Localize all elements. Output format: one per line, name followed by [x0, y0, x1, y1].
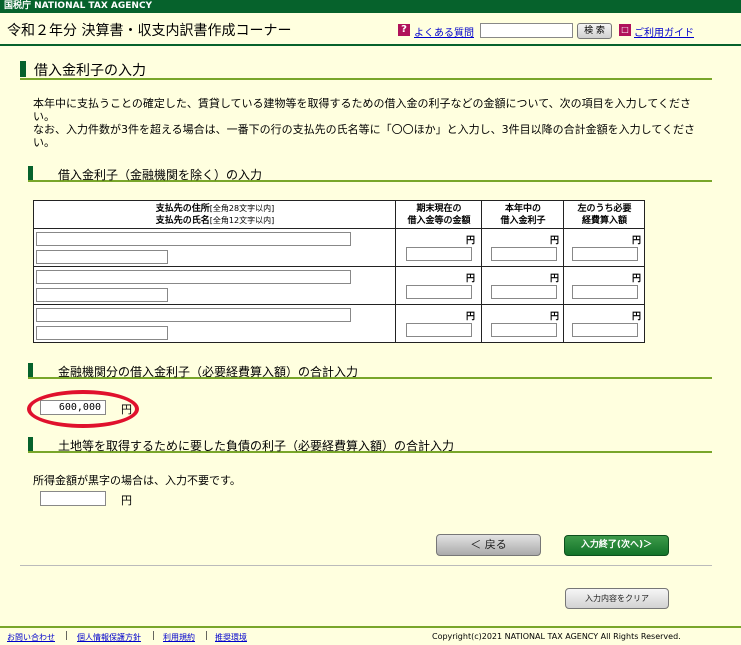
lender-table: 支払先の住所[全角28文字以内] 支払先の氏名[全角12文字以内] 期末現在の …	[33, 200, 645, 343]
col-address-label: 支払先の住所	[155, 204, 210, 214]
col-balance-line2: 借入金等の金額	[407, 216, 471, 226]
interest-input-3[interactable]	[491, 323, 557, 337]
contact-link[interactable]: お問い合わせ	[7, 632, 55, 643]
expense-cell: 円	[564, 229, 645, 267]
divider	[20, 565, 712, 566]
interest-input-2[interactable]	[491, 285, 557, 299]
col-interest-line2: 借入金利子	[500, 216, 546, 226]
balance-input-3[interactable]	[406, 323, 472, 337]
land-note: 所得金額が黒字の場合は、入力不要です。	[33, 474, 241, 487]
guide-link[interactable]: ご利用ガイド	[634, 24, 694, 39]
balance-input-1[interactable]	[406, 247, 472, 261]
section-marker	[28, 363, 33, 377]
app-title: 令和２年分 決算書・収支内訳書作成コーナー	[7, 23, 292, 39]
highlight-circle	[27, 390, 139, 428]
section-title-financial: 金融機関分の借入金利子（必要経費算入額）の合計入力	[58, 365, 359, 379]
balance-cell: 円	[396, 229, 482, 267]
balance-cell: 円	[396, 305, 482, 342]
expense-input-1[interactable]	[572, 247, 638, 261]
name-input-1[interactable]	[36, 250, 168, 264]
yen-label: 円	[549, 236, 559, 246]
balance-cell: 円	[396, 267, 482, 305]
col-name-hint: [全角12文字以内]	[209, 216, 275, 225]
col-balance-line1: 期末現在の	[416, 204, 462, 214]
interest-cell: 円	[482, 229, 564, 267]
section-heading-financial: 金融機関分の借入金利子（必要経費算入額）の合計入力	[28, 363, 712, 379]
expense-input-3[interactable]	[572, 323, 638, 337]
terms-link[interactable]: 利用規約	[163, 632, 195, 643]
yen-label: 円	[631, 274, 641, 284]
section-marker	[28, 437, 33, 451]
section-title-land: 土地等を取得するために要した負債の利子（必要経費算入額）の合計入力	[58, 439, 455, 453]
search-input[interactable]	[480, 23, 573, 38]
col-expense-line2: 経費算入額	[581, 216, 627, 226]
yen-label: 円	[631, 312, 641, 322]
title-marker	[20, 61, 26, 77]
yen-label: 円	[631, 236, 641, 246]
section-heading-land: 土地等を取得するために要した負債の利子（必要経費算入額）の合計入力	[28, 437, 712, 453]
balance-input-2[interactable]	[406, 285, 472, 299]
intro-line-1: 本年中に支払うことの確定した、賃貸している建物等を取得するための借入金の利子など…	[33, 97, 692, 123]
section-title-lenders: 借入金利子（金融機関を除く）の入力	[58, 168, 263, 182]
search-button[interactable]: 検 索	[577, 23, 612, 39]
header: 令和２年分 決算書・収支内訳書作成コーナー ? よくある質問 検 索 □ ご利用…	[0, 13, 741, 46]
expense-cell: 円	[564, 305, 645, 342]
yen-label: 円	[465, 274, 475, 284]
yen-label: 円	[465, 312, 475, 322]
section-heading-lenders: 借入金利子（金融機関を除く）の入力	[28, 166, 712, 182]
name-input-3[interactable]	[36, 326, 168, 340]
page-title-bar: 借入金利子の入力	[20, 60, 712, 80]
copyright: Copyright(c)2021 NATIONAL TAX AGENCY All…	[432, 632, 681, 641]
book-icon[interactable]: □	[619, 24, 631, 36]
interest-cell: 円	[482, 305, 564, 342]
address-input-1[interactable]	[36, 232, 351, 246]
intro-text: 本年中に支払うことの確定した、賃貸している建物等を取得するための借入金の利子など…	[33, 97, 703, 149]
yen-label: 円	[465, 236, 475, 246]
table-row	[34, 267, 396, 305]
table-row	[34, 305, 396, 342]
page-title: 借入金利子の入力	[34, 63, 146, 79]
interest-input-1[interactable]	[491, 247, 557, 261]
table-row	[34, 229, 396, 267]
privacy-link[interactable]: 個人情報保護方針	[77, 632, 141, 643]
faq-link[interactable]: よくある質問	[414, 24, 474, 39]
clear-button[interactable]: 入力内容をクリア	[565, 588, 669, 609]
yen-label: 円	[549, 312, 559, 322]
yen-label: 円	[549, 274, 559, 284]
address-input-3[interactable]	[36, 308, 351, 322]
header-address-name: 支払先の住所[全角28文字以内] 支払先の氏名[全角12文字以内]	[34, 201, 396, 229]
expense-cell: 円	[564, 267, 645, 305]
footer-separator: |	[205, 631, 209, 641]
col-expense-line1: 左のうち必要	[577, 204, 632, 214]
header-expense: 左のうち必要 経費算入額	[564, 201, 645, 229]
land-interest-total-input[interactable]	[40, 491, 106, 506]
agency-bar: 国税庁 NATIONAL TAX AGENCY	[0, 0, 741, 13]
yen-label: 円	[121, 494, 132, 507]
footer-separator: |	[152, 631, 156, 641]
col-name-label: 支払先の氏名	[155, 216, 210, 226]
section-marker	[28, 166, 33, 180]
finish-next-button[interactable]: 入力終了(次へ)＞	[564, 535, 669, 556]
address-input-2[interactable]	[36, 270, 351, 284]
header-interest: 本年中の 借入金利子	[482, 201, 564, 229]
intro-line-2: なお、入力件数が3件を超える場合は、一番下の行の支払先の氏名等に「〇〇ほか」と入…	[33, 123, 696, 149]
footer: お問い合わせ | 個人情報保護方針 | 利用規約 | 推奨環境 Copyrigh…	[0, 626, 741, 645]
interest-cell: 円	[482, 267, 564, 305]
question-icon[interactable]: ?	[398, 24, 410, 36]
col-interest-line1: 本年中の	[504, 204, 541, 214]
footer-separator: |	[65, 631, 69, 641]
col-address-hint: [全角28文字以内]	[209, 204, 275, 213]
expense-input-2[interactable]	[572, 285, 638, 299]
name-input-2[interactable]	[36, 288, 168, 302]
back-button[interactable]: ＜ 戻る	[436, 534, 541, 556]
environment-link[interactable]: 推奨環境	[215, 632, 247, 643]
header-balance: 期末現在の 借入金等の金額	[396, 201, 482, 229]
